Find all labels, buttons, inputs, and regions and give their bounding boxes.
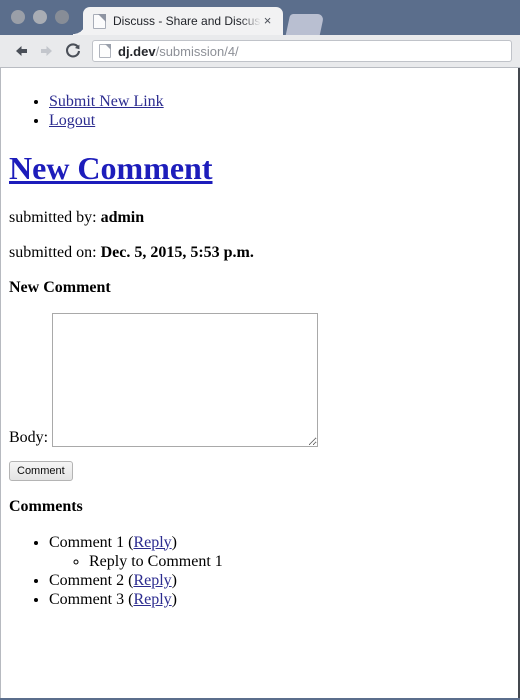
- submit-new-link[interactable]: Submit New Link: [49, 93, 164, 110]
- comment-item: Comment 3 (Reply): [49, 590, 510, 609]
- comment-text: Comment 2: [49, 571, 125, 589]
- url-path: /submission/4/: [155, 43, 239, 59]
- new-tab-button[interactable]: [285, 14, 325, 35]
- submitted-by-row: submitted by: admin: [9, 208, 510, 227]
- close-window-button[interactable]: [11, 10, 25, 24]
- body-input[interactable]: [52, 313, 319, 448]
- comments-list: Comment 1 (Reply) Reply to Comment 1 Com…: [9, 533, 510, 610]
- url-text: dj.dev/submission/4/: [118, 44, 239, 59]
- page-title: New Comment: [9, 151, 510, 186]
- forward-arrow-icon: [34, 38, 60, 64]
- close-paren: ): [171, 533, 177, 551]
- comment-item: Comment 2 (Reply): [49, 571, 510, 590]
- submitted-on-row: submitted on: Dec. 5, 2015, 5:53 p.m.: [9, 243, 510, 262]
- zoom-window-button[interactable]: [55, 10, 69, 24]
- reply-link[interactable]: Reply: [133, 591, 171, 608]
- comment-item: Comment 1 (Reply) Reply to Comment 1: [49, 533, 510, 571]
- comment-text: Comment 1: [49, 533, 125, 551]
- close-paren: ): [171, 591, 177, 609]
- page-viewport: Submit New Link Logout New Comment submi…: [0, 68, 520, 698]
- comments-heading: Comments: [9, 498, 83, 516]
- body-field-row: Body:: [9, 313, 510, 448]
- submitted-by-value: admin: [100, 208, 145, 226]
- close-paren: ): [171, 571, 177, 589]
- comment-reply-text: Reply to Comment 1: [89, 552, 223, 570]
- submitted-on-value: Dec. 5, 2015, 5:53 p.m.: [100, 243, 254, 261]
- url-host: dj.dev: [118, 43, 156, 59]
- tab-title: Discuss - Share and Discuss: [113, 14, 261, 28]
- reply-link[interactable]: Reply: [133, 534, 171, 551]
- page-icon: [93, 13, 106, 29]
- comment-reply-item: Reply to Comment 1: [89, 552, 510, 571]
- submitted-by-label: submitted by:: [9, 208, 97, 226]
- back-arrow-icon[interactable]: [8, 38, 34, 64]
- minimize-window-button[interactable]: [33, 10, 47, 24]
- nav-item-submit-new-link: Submit New Link: [49, 92, 510, 111]
- browser-window: Discuss - Share and Discuss × dj.dev/sub…: [0, 0, 520, 700]
- page-content: Submit New Link Logout New Comment submi…: [1, 68, 518, 633]
- site-nav: Submit New Link Logout: [9, 92, 510, 130]
- browser-titlebar: Discuss - Share and Discuss ×: [0, 0, 520, 35]
- page-title-link[interactable]: New Comment: [9, 150, 213, 186]
- page-icon: [99, 44, 111, 58]
- new-comment-form: Body: Comment: [9, 313, 510, 482]
- browser-tab[interactable]: Discuss - Share and Discuss ×: [73, 7, 283, 35]
- comment-text: Comment 3: [49, 591, 125, 609]
- new-comment-heading: New Comment: [9, 278, 111, 296]
- submitted-on-label: submitted on:: [9, 243, 97, 261]
- body-label: Body:: [9, 428, 49, 446]
- comment-submit-button[interactable]: Comment: [9, 461, 73, 482]
- close-icon[interactable]: ×: [260, 13, 275, 28]
- window-controls: [11, 10, 69, 24]
- nav-item-logout: Logout: [49, 111, 510, 130]
- reply-link[interactable]: Reply: [133, 572, 171, 589]
- reload-icon[interactable]: [60, 38, 86, 64]
- address-bar[interactable]: dj.dev/submission/4/: [92, 40, 512, 62]
- comment-replies-list: Reply to Comment 1: [49, 552, 510, 571]
- browser-toolbar: dj.dev/submission/4/: [0, 35, 520, 68]
- logout-link[interactable]: Logout: [49, 112, 95, 129]
